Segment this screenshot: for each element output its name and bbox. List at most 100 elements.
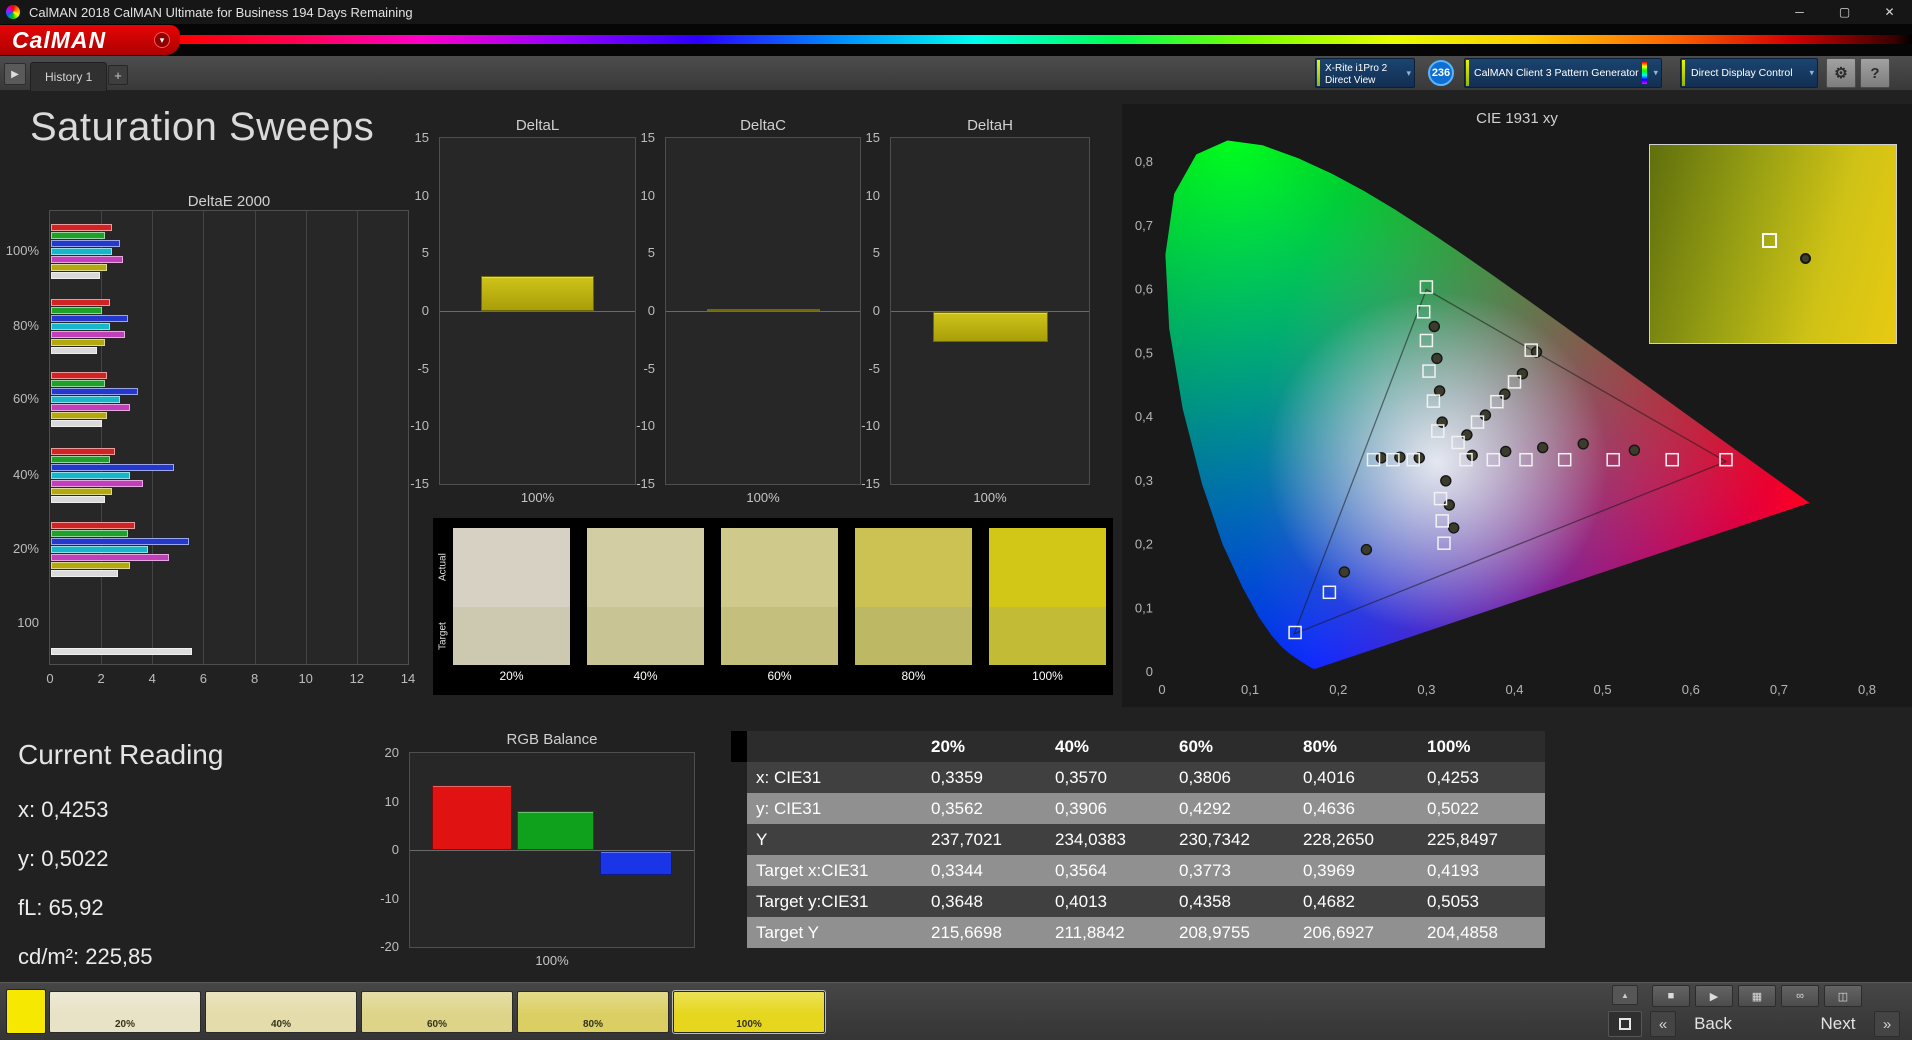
window-title: CalMAN 2018 CalMAN Ultimate for Business… xyxy=(29,4,413,20)
saturation-patch-40%[interactable]: 40% xyxy=(205,991,357,1033)
table-cell: 0,3564 xyxy=(1049,855,1173,886)
y-tick-label: -5 xyxy=(868,360,880,376)
table-row-label: x: CIE31 xyxy=(747,762,925,793)
swatch-label: 80% xyxy=(901,669,926,683)
table-cell: 0,4292 xyxy=(1173,793,1297,824)
rgb-balance-chart xyxy=(409,752,695,948)
table-col-header: 20% xyxy=(925,731,1049,762)
actual-swatch-40% xyxy=(587,528,704,607)
app-icon xyxy=(6,5,20,19)
y-tick-label: -5 xyxy=(417,360,429,376)
save-button[interactable]: ▦ xyxy=(1738,985,1776,1007)
table-cell: 0,3806 xyxy=(1173,762,1297,793)
cie-measured-marker xyxy=(1577,438,1589,450)
cie-measured-marker xyxy=(1479,409,1492,421)
x-tick-label: 0,5 xyxy=(1594,682,1612,697)
tab-history-1[interactable]: History 1 xyxy=(30,62,108,91)
display-accent xyxy=(1682,60,1685,86)
stop-button[interactable]: ■ xyxy=(1652,985,1690,1007)
reading-cdm2: cd/m²: 225,85 xyxy=(18,944,153,969)
rgb-balance-title: RGB Balance xyxy=(506,731,598,748)
swatch-label: 60% xyxy=(767,669,792,683)
run-button[interactable]: ▶ xyxy=(1695,985,1733,1007)
y-tick-label: -15 xyxy=(861,476,880,491)
deltal-chart-title: DeltaL xyxy=(515,117,560,134)
table-row-label: y: CIE31 xyxy=(747,793,925,824)
x-tick-label: 14 xyxy=(400,671,416,686)
swatch-label: 40% xyxy=(633,669,658,683)
deltae-bar xyxy=(51,388,138,396)
back-button[interactable]: Back xyxy=(1680,1011,1746,1037)
settings-gear-button[interactable]: ⚙ xyxy=(1826,58,1856,88)
scroll-up-button[interactable]: ▲ xyxy=(1612,985,1638,1005)
corner-cell xyxy=(747,731,925,762)
logo-text: CalMAN xyxy=(12,26,107,53)
minimize-button[interactable]: ─ xyxy=(1777,0,1822,24)
zero-line xyxy=(666,311,860,312)
deltae-bar xyxy=(51,647,192,655)
inset-measured-marker xyxy=(1800,253,1811,264)
compare-button[interactable]: ◫ xyxy=(1824,985,1862,1007)
x-tick-label: 0 xyxy=(46,671,54,686)
y-tick-label: 0,6 xyxy=(1135,282,1153,297)
saturation-patch-60%[interactable]: 60% xyxy=(361,991,513,1033)
maximize-button[interactable]: ▢ xyxy=(1822,0,1867,24)
y-tick-label: 0 xyxy=(421,303,429,318)
display-control-button[interactable]: Direct Display Control ▾ xyxy=(1680,58,1818,88)
cie-measured-marker xyxy=(1360,543,1373,556)
deltae-bar xyxy=(51,463,174,471)
deltae-bar xyxy=(51,380,105,388)
next-chevron-icon[interactable]: » xyxy=(1874,1011,1900,1037)
deltal-chart xyxy=(439,137,636,485)
add-tab-button[interactable]: + xyxy=(108,65,128,85)
table-cell: 0,4636 xyxy=(1297,793,1421,824)
table-cell: 0,5053 xyxy=(1421,886,1545,917)
saturation-patch-20%[interactable]: 20% xyxy=(49,991,201,1033)
y-tick-label: 15 xyxy=(414,130,429,145)
cie-measured-marker xyxy=(1499,388,1511,400)
saturation-patch-100%[interactable]: 100% xyxy=(672,990,826,1034)
back-chevron-icon[interactable]: « xyxy=(1650,1011,1676,1037)
deltae-bar xyxy=(51,412,108,420)
nav-arrow-button[interactable]: ▶ xyxy=(4,63,26,85)
table-row: y: CIE31 0,3562 0,3906 0,4292 0,4636 0,5022 xyxy=(747,793,1545,824)
help-button[interactable]: ? xyxy=(1860,58,1890,88)
table-cell: 0,3648 xyxy=(925,886,1049,917)
meter-status-badge[interactable]: 236 xyxy=(1428,60,1454,86)
logo-dropdown-icon[interactable]: ▾ xyxy=(154,32,170,48)
deltae-x-axis: 0 2 4 6 8 10 12 14 xyxy=(46,671,415,687)
calman-logo[interactable]: CalMAN ▾ xyxy=(0,25,180,55)
close-button[interactable]: ✕ xyxy=(1867,0,1912,24)
saturation-patch-80%[interactable]: 80% xyxy=(517,991,669,1033)
cie-zoom-inset xyxy=(1649,144,1897,344)
table-cell: 237,7021 xyxy=(925,824,1049,855)
meter-select-button[interactable]: X-Rite i1Pro 2 Direct View ▾ xyxy=(1315,58,1415,88)
brand-bar: CalMAN ▾ xyxy=(0,24,1912,56)
table-cell: 0,3359 xyxy=(925,762,1049,793)
pattern-generator-button[interactable]: CalMAN Client 3 Pattern Generator ▾ xyxy=(1464,58,1662,88)
y-tick-label: 20 xyxy=(384,745,399,760)
meter-line1: X-Rite i1Pro 2 xyxy=(1325,63,1388,74)
table-cell: 0,3562 xyxy=(925,793,1049,824)
deltae-bar xyxy=(51,420,103,428)
actual-row-label: Actual xyxy=(437,553,449,582)
meter-accent xyxy=(1317,60,1320,86)
window-level-button[interactable] xyxy=(1608,1011,1642,1037)
cie-chart-panel: 0 0,1 0,2 0,3 0,4 0,5 0,6 0,7 0,8 0 0,1 0,2 0,3 0,4 0,… xyxy=(1122,104,1912,707)
patch-label: 80% xyxy=(582,1019,603,1030)
next-button[interactable]: Next xyxy=(1806,1011,1870,1037)
x-category-label: 100% xyxy=(535,953,569,968)
deltae-bar xyxy=(51,240,120,248)
continuous-button[interactable]: ∞ xyxy=(1781,985,1819,1007)
table-cell: 0,4358 xyxy=(1173,886,1297,917)
deltae-bar xyxy=(51,372,108,380)
y-tick-label: 0 xyxy=(872,303,880,318)
y-tick-label: 0,7 xyxy=(1135,218,1153,233)
rgb-x-axis: 100% xyxy=(409,953,695,969)
deltac-y-axis: 15 10 5 0 -5 -10 -15 xyxy=(621,131,661,491)
gridline xyxy=(101,211,103,664)
deltae-chart xyxy=(49,210,409,665)
table-cell: 0,4682 xyxy=(1297,886,1421,917)
y-tick-label: 0 xyxy=(1146,664,1153,679)
y-tick-label: -15 xyxy=(636,476,655,491)
